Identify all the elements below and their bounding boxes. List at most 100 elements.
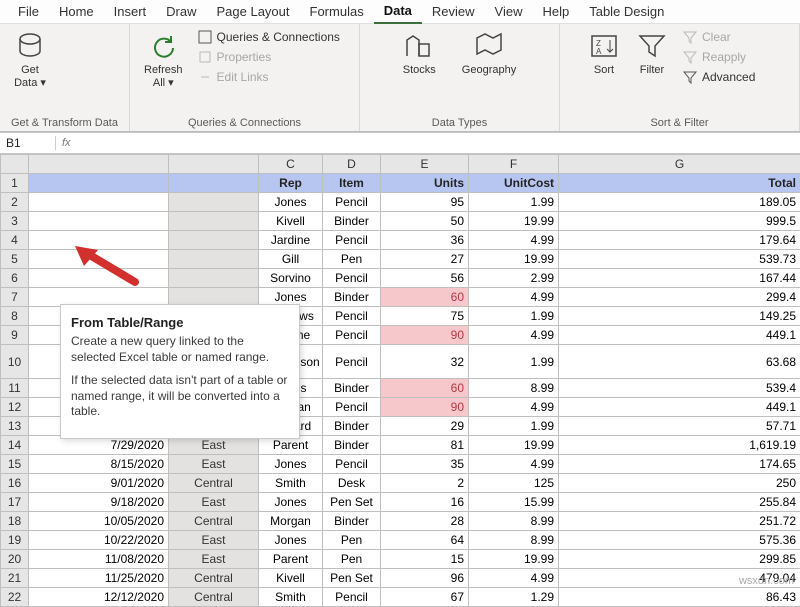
cell[interactable]: Binder (323, 512, 381, 531)
cell[interactable]: 19.99 (469, 250, 559, 269)
cell[interactable]: 2 (381, 474, 469, 493)
reapply-button[interactable]: Reapply (680, 48, 757, 66)
cell[interactable]: 9/01/2020 (29, 474, 169, 493)
cell[interactable]: 60 (381, 379, 469, 398)
cell[interactable]: 1.99 (469, 193, 559, 212)
cell[interactable]: 10/22/2020 (29, 531, 169, 550)
cell[interactable]: Binder (323, 288, 381, 307)
cell[interactable]: 4.99 (469, 326, 559, 345)
row-header[interactable]: 5 (1, 250, 29, 269)
row-header[interactable]: 17 (1, 493, 29, 512)
cell[interactable]: 10/05/2020 (29, 512, 169, 531)
cell[interactable]: 4.99 (469, 569, 559, 588)
cell[interactable]: 4.99 (469, 231, 559, 250)
row-header[interactable]: 14 (1, 436, 29, 455)
table-header-cell[interactable]: UnitCost (469, 174, 559, 193)
table-header-cell[interactable]: Total (559, 174, 800, 193)
tab-insert[interactable]: Insert (104, 0, 157, 23)
tab-view[interactable]: View (485, 0, 533, 23)
cell[interactable]: 32 (381, 345, 469, 379)
cell[interactable]: Pen (323, 531, 381, 550)
cell[interactable]: Central (169, 588, 259, 607)
cell[interactable]: 15.99 (469, 493, 559, 512)
cell[interactable]: 81 (381, 436, 469, 455)
cell[interactable]: Gill (259, 250, 323, 269)
table-header-cell[interactable]: Units (381, 174, 469, 193)
cell[interactable]: East (169, 455, 259, 474)
cell[interactable] (169, 231, 259, 250)
cell[interactable]: 2.99 (469, 269, 559, 288)
cell[interactable]: Smith (259, 474, 323, 493)
tab-page-layout[interactable]: Page Layout (207, 0, 300, 23)
cell[interactable]: Smith (259, 588, 323, 607)
col-header-B[interactable] (169, 155, 259, 174)
cell[interactable]: 250 (559, 474, 800, 493)
cell[interactable] (169, 269, 259, 288)
properties-button[interactable]: Properties (195, 48, 342, 66)
cell[interactable]: 16 (381, 493, 469, 512)
cell[interactable]: 96 (381, 569, 469, 588)
cell[interactable]: 64 (381, 531, 469, 550)
cell[interactable]: 575.36 (559, 531, 800, 550)
queries-connections-button[interactable]: Queries & Connections (195, 28, 342, 46)
cell[interactable]: Pencil (323, 193, 381, 212)
cell[interactable]: Pencil (323, 455, 381, 474)
cell[interactable]: 1.29 (469, 588, 559, 607)
cell[interactable]: 8.99 (469, 512, 559, 531)
tab-formulas[interactable]: Formulas (300, 0, 374, 23)
sort-button[interactable]: ZA Sort (584, 28, 624, 78)
cell[interactable]: Pencil (323, 307, 381, 326)
col-header-F[interactable]: F (469, 155, 559, 174)
cell[interactable]: Pen (323, 250, 381, 269)
table-header-cell[interactable]: Rep (259, 174, 323, 193)
table-header-cell[interactable] (169, 174, 259, 193)
cell[interactable]: Pencil (323, 345, 381, 379)
get-data-button[interactable]: Get Data ▾ (10, 28, 50, 91)
cell[interactable]: 8.99 (469, 379, 559, 398)
tab-review[interactable]: Review (422, 0, 485, 23)
cell[interactable]: 9/18/2020 (29, 493, 169, 512)
row-header[interactable]: 19 (1, 531, 29, 550)
cell[interactable]: 299.4 (559, 288, 800, 307)
cell[interactable]: 1,619.19 (559, 436, 800, 455)
cell[interactable]: 539.73 (559, 250, 800, 269)
col-header-G[interactable]: G (559, 155, 800, 174)
col-header-A[interactable] (29, 155, 169, 174)
cell[interactable]: Jones (259, 531, 323, 550)
cell[interactable]: Pencil (323, 269, 381, 288)
cell[interactable]: 4.99 (469, 398, 559, 417)
cell[interactable]: 174.65 (559, 455, 800, 474)
cell[interactable]: 36 (381, 231, 469, 250)
cell[interactable]: Desk (323, 474, 381, 493)
cell[interactable]: 8/15/2020 (29, 455, 169, 474)
cell[interactable]: Pencil (323, 588, 381, 607)
name-box[interactable]: B1 (0, 136, 56, 150)
row-header[interactable]: 1 (1, 174, 29, 193)
cell[interactable]: 19.99 (469, 436, 559, 455)
cell[interactable]: Central (169, 569, 259, 588)
cell[interactable]: 63.68 (559, 345, 800, 379)
cell[interactable]: 255.84 (559, 493, 800, 512)
cell[interactable]: Kivell (259, 569, 323, 588)
cell[interactable]: 449.1 (559, 326, 800, 345)
cell[interactable]: East (169, 531, 259, 550)
filter-button[interactable]: Filter (632, 28, 672, 78)
tab-draw[interactable]: Draw (156, 0, 206, 23)
cell[interactable]: 19.99 (469, 212, 559, 231)
cell[interactable]: Pencil (323, 231, 381, 250)
table-header-cell[interactable] (29, 174, 169, 193)
table-header-cell[interactable]: Item (323, 174, 381, 193)
row-header[interactable]: 20 (1, 550, 29, 569)
cell[interactable] (169, 193, 259, 212)
cell[interactable]: 29 (381, 417, 469, 436)
cell[interactable]: 28 (381, 512, 469, 531)
advanced-button[interactable]: Advanced (680, 68, 757, 86)
cell[interactable] (29, 193, 169, 212)
select-all-corner[interactable] (1, 155, 29, 174)
cell[interactable]: 50 (381, 212, 469, 231)
cell[interactable]: 999.5 (559, 212, 800, 231)
tab-table-design[interactable]: Table Design (579, 0, 674, 23)
cell[interactable]: East (169, 493, 259, 512)
cell[interactable]: Jardine (259, 231, 323, 250)
row-header[interactable]: 21 (1, 569, 29, 588)
